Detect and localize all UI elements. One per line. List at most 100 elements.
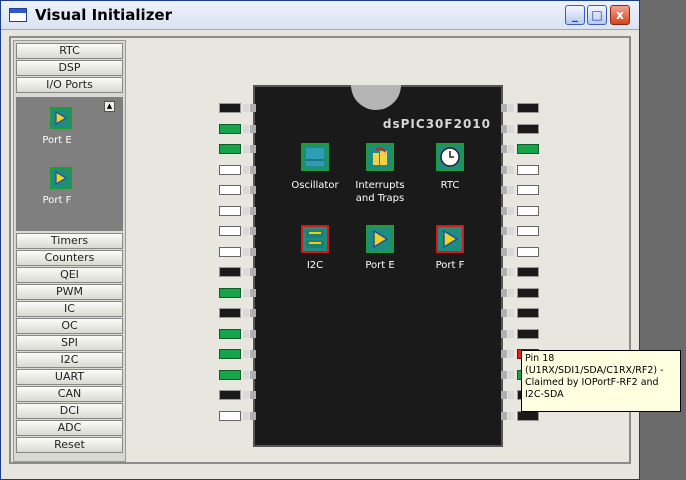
left-pin-pad-inner bbox=[250, 145, 256, 153]
left-pin-lead bbox=[219, 103, 241, 113]
left-pin-11[interactable] bbox=[219, 308, 259, 318]
left-pin-pad-inner bbox=[250, 411, 256, 420]
left-pin-pad-inner bbox=[250, 206, 256, 215]
left-pin-1[interactable] bbox=[219, 103, 259, 113]
i2c-icon[interactable] bbox=[301, 225, 329, 253]
minimize-button[interactable]: _ bbox=[565, 5, 585, 25]
right-pin-pad bbox=[508, 288, 514, 297]
left-pin-lead bbox=[219, 308, 241, 318]
right-pin-4[interactable] bbox=[501, 164, 541, 175]
left-pin-6[interactable] bbox=[219, 205, 259, 216]
left-pin-14[interactable] bbox=[219, 369, 259, 380]
left-pin-pad-inner bbox=[250, 165, 256, 174]
sidebar-item-i2c[interactable]: I2C bbox=[16, 352, 123, 368]
port-e-icon[interactable] bbox=[50, 107, 72, 129]
sidebar-item-counters[interactable]: Counters bbox=[16, 250, 123, 266]
left-pin-9[interactable] bbox=[219, 267, 259, 277]
title-bar[interactable]: Visual Initializer _ □ x bbox=[1, 1, 639, 30]
left-pin-lead bbox=[219, 144, 241, 154]
left-pin-pad bbox=[243, 165, 249, 174]
right-pin-pad-inner bbox=[501, 350, 507, 358]
sidebar-item-pwm[interactable]: PWM bbox=[16, 284, 123, 300]
sidebar-item-can[interactable]: CAN bbox=[16, 386, 123, 402]
left-pin-lead bbox=[219, 205, 241, 216]
left-pin-pad-inner bbox=[250, 247, 256, 256]
right-pin-pad bbox=[508, 186, 514, 194]
left-pin-pad-inner bbox=[250, 370, 256, 379]
left-pin-3[interactable] bbox=[219, 144, 259, 154]
left-pin-12[interactable] bbox=[219, 328, 259, 339]
right-pin-11[interactable] bbox=[501, 308, 541, 318]
left-pin-10[interactable] bbox=[219, 287, 259, 298]
right-pin-lead bbox=[517, 164, 539, 175]
maximize-button[interactable]: □ bbox=[587, 5, 607, 25]
sidebar-item-io-ports[interactable]: I/O Ports bbox=[16, 77, 123, 93]
left-pin-pad bbox=[243, 124, 249, 133]
left-pin-pad-inner bbox=[250, 350, 256, 358]
right-pin-lead bbox=[517, 205, 539, 216]
right-pin-8[interactable] bbox=[501, 246, 541, 257]
sidebar-item-ic[interactable]: IC bbox=[16, 301, 123, 317]
left-pin-5[interactable] bbox=[219, 185, 259, 195]
right-pin-pad-inner bbox=[501, 206, 507, 215]
left-pin-lead bbox=[219, 226, 241, 236]
right-pin-pad-inner bbox=[501, 370, 507, 379]
clock-icon[interactable] bbox=[436, 143, 464, 171]
right-pin-10[interactable] bbox=[501, 287, 541, 298]
window-app-icon bbox=[9, 8, 27, 22]
sidebar-item-oc[interactable]: OC bbox=[16, 318, 123, 334]
chip-notch bbox=[351, 85, 401, 110]
close-button[interactable]: x bbox=[610, 5, 630, 25]
left-pin-pad bbox=[243, 350, 249, 358]
interrupts-icon[interactable] bbox=[366, 143, 394, 171]
sidebar-item-adc[interactable]: ADC bbox=[16, 420, 123, 436]
scroll-up-button[interactable]: ▲ bbox=[104, 101, 115, 112]
sidebar-item-uart[interactable]: UART bbox=[16, 369, 123, 385]
right-pin-pad-inner bbox=[501, 288, 507, 297]
left-pin-pad bbox=[243, 227, 249, 235]
sidebar-item-spi[interactable]: SPI bbox=[16, 335, 123, 351]
right-pin-1[interactable] bbox=[501, 103, 541, 113]
left-pin-16[interactable] bbox=[219, 410, 259, 421]
port-f-module-icon[interactable] bbox=[436, 225, 464, 253]
right-pin-9[interactable] bbox=[501, 267, 541, 277]
left-pin-15[interactable] bbox=[219, 390, 259, 400]
right-pin-pad-inner bbox=[501, 329, 507, 338]
left-pin-8[interactable] bbox=[219, 246, 259, 257]
right-pin-lead bbox=[517, 103, 539, 113]
left-pin-lead bbox=[219, 328, 241, 339]
left-pin-13[interactable] bbox=[219, 349, 259, 359]
sidebar-item-rtc[interactable]: RTC bbox=[16, 43, 123, 59]
sidebar-item-dci[interactable]: DCI bbox=[16, 403, 123, 419]
right-pin-pad bbox=[508, 329, 514, 338]
i2c-label: I2C bbox=[306, 260, 324, 271]
port-f-icon[interactable] bbox=[50, 167, 72, 189]
right-pin-pad-inner bbox=[501, 391, 507, 399]
right-pin-2[interactable] bbox=[501, 123, 541, 134]
right-pin-16[interactable] bbox=[501, 410, 541, 421]
window-title: Visual Initializer bbox=[35, 6, 172, 24]
sidebar-item-timers[interactable]: Timers bbox=[16, 233, 123, 249]
left-pin-2[interactable] bbox=[219, 123, 259, 134]
sidebar-item-qei[interactable]: QEI bbox=[16, 267, 123, 283]
oscillator-icon[interactable] bbox=[301, 143, 329, 171]
right-pin-lead bbox=[517, 308, 539, 318]
left-pin-pad bbox=[243, 391, 249, 399]
right-pin-7[interactable] bbox=[501, 226, 541, 236]
left-pin-4[interactable] bbox=[219, 164, 259, 175]
right-pin-6[interactable] bbox=[501, 205, 541, 216]
left-pin-7[interactable] bbox=[219, 226, 259, 236]
sidebar-item-reset[interactable]: Reset bbox=[16, 437, 123, 453]
right-pin-lead bbox=[517, 226, 539, 236]
oscillator-label: Oscillator bbox=[291, 180, 339, 191]
right-pin-pad bbox=[508, 370, 514, 379]
port-e-module-icon[interactable] bbox=[366, 225, 394, 253]
right-pin-pad-inner bbox=[501, 411, 507, 420]
sidebar-item-dsp[interactable]: DSP bbox=[16, 60, 123, 76]
rtc-label: RTC bbox=[440, 180, 460, 191]
left-pin-pad bbox=[243, 288, 249, 297]
right-pin-5[interactable] bbox=[501, 185, 541, 195]
right-pin-12[interactable] bbox=[501, 328, 541, 339]
right-pin-3[interactable] bbox=[501, 144, 541, 154]
left-pin-pad-inner bbox=[250, 124, 256, 133]
